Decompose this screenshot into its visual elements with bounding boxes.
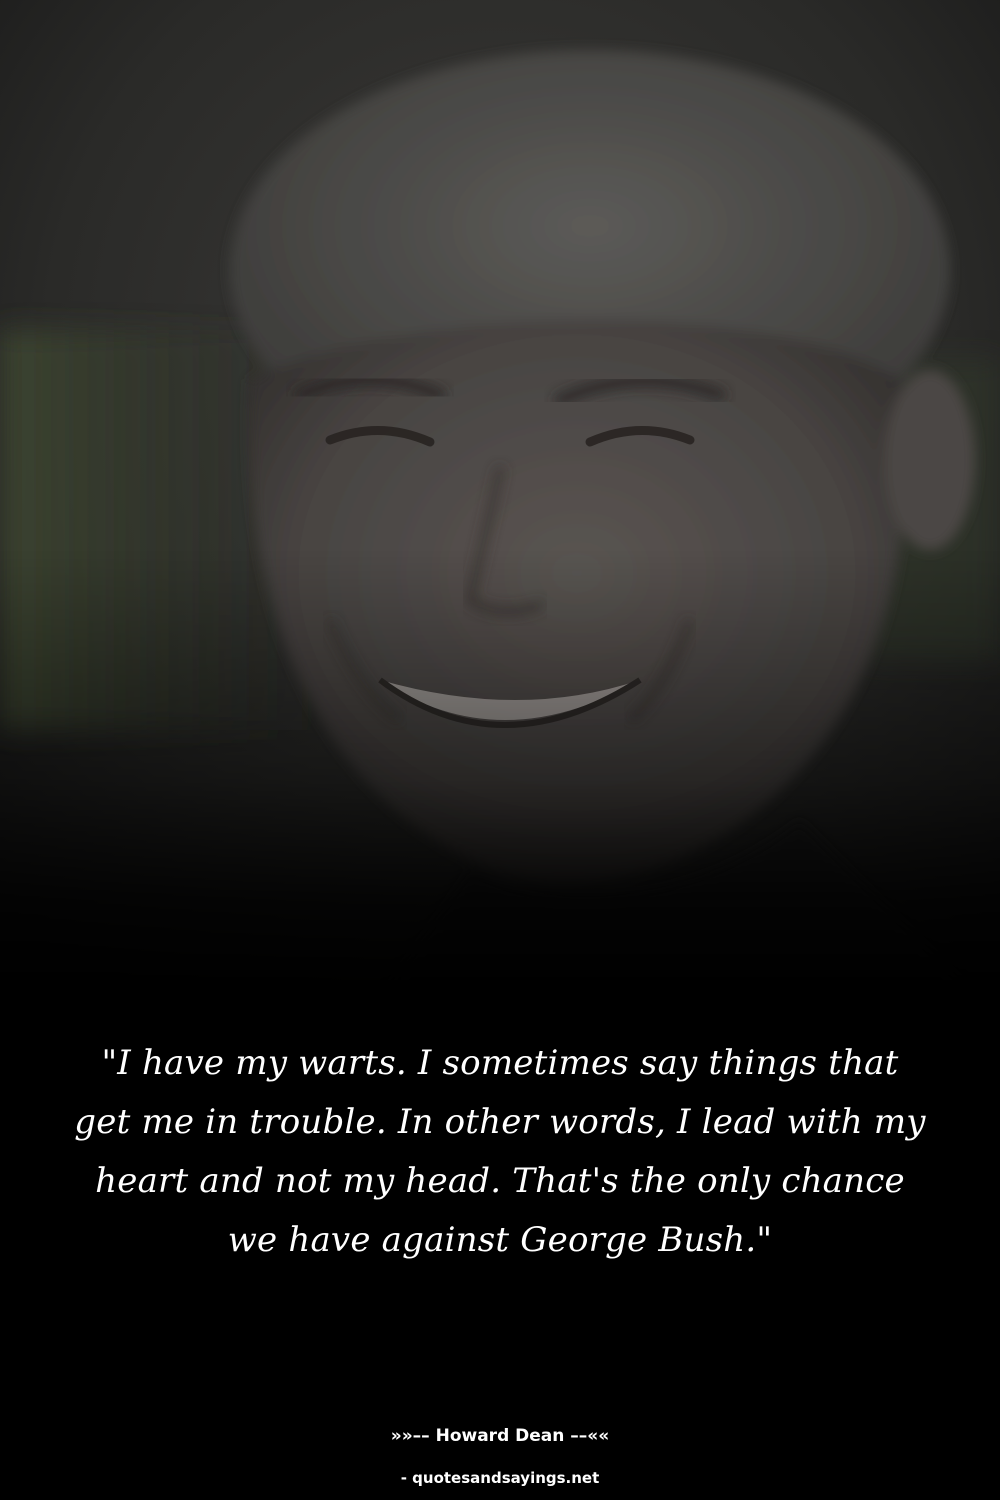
source-credit: - quotesandsayings.net [400,1469,600,1487]
photo-fade-overlay [0,0,1000,1000]
quote-text: "I have my warts. I sometimes say things… [74,1043,926,1260]
quote-author: »»–– Howard Dean ––«« [390,1426,610,1446]
quote-card: "I have my warts. I sometimes say things… [0,0,1000,1500]
